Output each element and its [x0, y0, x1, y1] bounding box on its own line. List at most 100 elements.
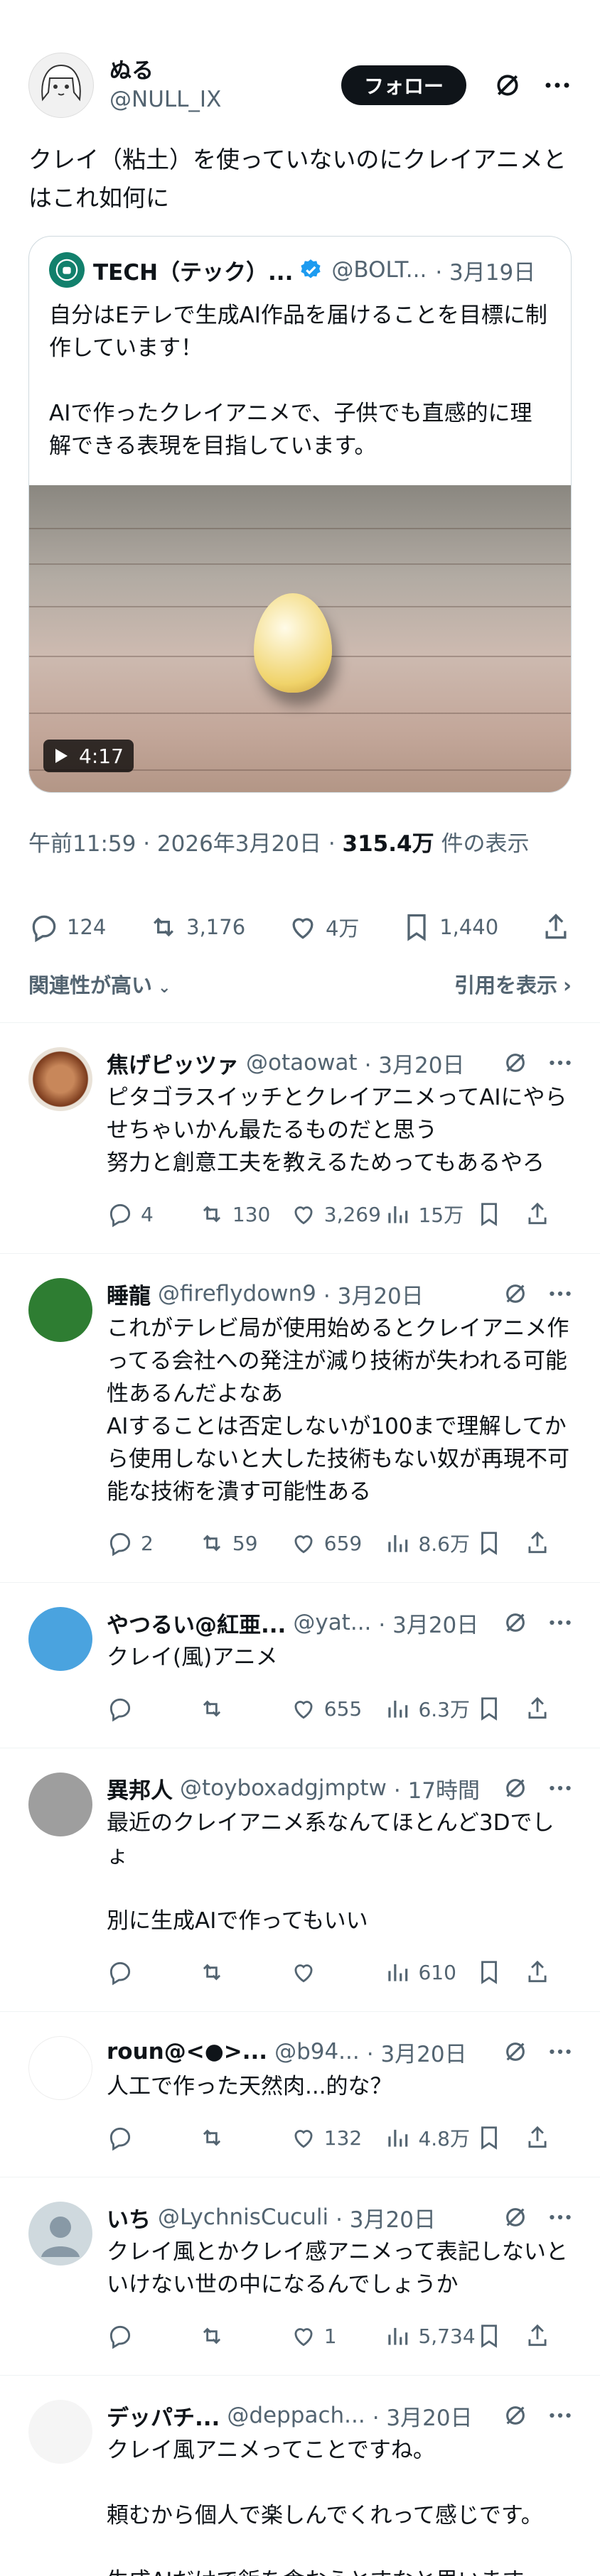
reply-date[interactable]: · 3月20日 [336, 2202, 436, 2234]
like-button[interactable]: 3,269 [290, 1201, 385, 1228]
author-handle[interactable]: @NULL_IX [109, 85, 341, 114]
reply-author-handle[interactable]: @yat... [293, 1610, 371, 1635]
avatar[interactable] [28, 53, 94, 118]
retweet-button[interactable] [198, 2322, 290, 2349]
like-button[interactable] [290, 1959, 385, 1986]
retweet-button[interactable]: 59 [198, 1530, 290, 1557]
reply-item[interactable]: やつるい@紅亜... @yat... · 3月20日 クレイ(風)アニメ 655… [0, 1583, 600, 1748]
more-icon[interactable] [549, 1059, 572, 1066]
author-name[interactable]: ぬる [109, 57, 341, 85]
retweet-button[interactable] [198, 1695, 290, 1722]
reply-author-name[interactable]: デッパチ... [107, 2400, 220, 2432]
reply-avatar[interactable] [28, 1047, 92, 1111]
grok-icon[interactable] [493, 71, 522, 99]
grok-icon[interactable] [503, 2205, 527, 2229]
views-button[interactable]: 4.8万 [384, 2123, 476, 2152]
reply-author-name[interactable]: 睡龍 [107, 1278, 151, 1310]
reply-date[interactable]: · 3月20日 [323, 1278, 424, 1310]
more-icon[interactable] [549, 2412, 572, 2419]
reply-item[interactable]: デッパチ... @deppach... · 3月20日 クレイ風アニメってことで… [0, 2376, 600, 2576]
timestamp[interactable]: 午前11:59 · 2026年3月20日 · [28, 831, 343, 857]
reply-item[interactable]: 異邦人 @toyboxadgjmptw · 17時間 最近のクレイアニメ系なんて… [0, 1748, 600, 2012]
views-button[interactable]: 6.3万 [384, 1694, 476, 1723]
views-button[interactable]: 15万 [384, 1200, 476, 1228]
reply-item[interactable]: roun@<●>... @b94... · 3月20日 人工で作った天然肉...… [0, 2012, 600, 2177]
reply-avatar[interactable] [28, 2400, 92, 2464]
follow-button[interactable]: フォロー [341, 65, 466, 105]
reply-avatar[interactable] [28, 1607, 92, 1671]
reply-avatar[interactable] [28, 2202, 92, 2266]
reply-author-handle[interactable]: @otaowat [246, 1050, 358, 1076]
share-button[interactable] [540, 911, 572, 943]
like-button[interactable]: 132 [290, 2124, 385, 2151]
more-icon[interactable] [549, 2214, 572, 2221]
views-button[interactable]: 610 [384, 1959, 476, 1986]
more-icon[interactable] [549, 1290, 572, 1297]
bookmark-button[interactable] [476, 1695, 523, 1722]
like-button[interactable]: 4万 [287, 911, 359, 943]
grok-icon[interactable] [503, 1282, 527, 1306]
share-button[interactable] [524, 1201, 572, 1228]
like-button[interactable]: 1 [290, 2322, 385, 2349]
reply-avatar[interactable] [28, 1773, 92, 1836]
reply-author-name[interactable]: いち [107, 2202, 151, 2234]
retweet-button[interactable] [198, 1959, 290, 1986]
reply-button[interactable]: 4 [107, 1201, 198, 1228]
views-button[interactable]: 5,734 [384, 2322, 476, 2349]
reply-item[interactable]: いち @LychnisCuculi · 3月20日 クレイ風とかクレイ感アニメっ… [0, 2177, 600, 2376]
quoted-tweet[interactable]: TECH（テック）... @BOLT... · 3月19日 自分はEテレで生成A… [28, 236, 572, 793]
more-icon[interactable] [543, 71, 572, 99]
reply-author-handle[interactable]: @fireflydown9 [158, 1281, 316, 1306]
retweet-button[interactable]: 3,176 [148, 911, 245, 943]
like-button[interactable]: 655 [290, 1695, 385, 1722]
reply-button[interactable]: 2 [107, 1530, 198, 1557]
reply-author-name[interactable]: やつるい@紅亜... [107, 1607, 286, 1639]
reply-author-handle[interactable]: @LychnisCuculi [158, 2204, 328, 2230]
bookmark-button[interactable] [476, 1959, 523, 1986]
grok-icon[interactable] [503, 2040, 527, 2064]
bookmark-button[interactable] [476, 1201, 523, 1228]
grok-icon[interactable] [503, 1776, 527, 1800]
reply-avatar[interactable] [28, 1278, 92, 1342]
reply-item[interactable]: 焦げピッツァ @otaowat · 3月20日 ピタゴラスイッチとクレイアニメっ… [0, 1023, 600, 1254]
share-button[interactable] [524, 1695, 572, 1722]
bookmark-button[interactable] [476, 1530, 523, 1557]
reply-date[interactable]: · 3月20日 [367, 2036, 467, 2068]
bookmark-button[interactable] [476, 2124, 523, 2151]
reply-button[interactable] [107, 2124, 198, 2151]
share-button[interactable] [524, 2124, 572, 2151]
reply-button[interactable] [107, 2322, 198, 2349]
reply-author-handle[interactable]: @toyboxadgjmptw [180, 1775, 387, 1801]
video-thumbnail[interactable]: 4:17 [29, 485, 571, 792]
reply-author-name[interactable]: roun@<●>... [107, 2039, 267, 2064]
bookmark-button[interactable] [476, 2322, 523, 2349]
reply-button[interactable]: 124 [28, 911, 106, 943]
reply-author-name[interactable]: 焦げピッツァ [107, 1047, 239, 1079]
reply-item[interactable]: 睡龍 @fireflydown9 · 3月20日 これがテレビ局が使用始めるとク… [0, 1254, 600, 1583]
reply-author-handle[interactable]: @deppach... [227, 2403, 365, 2428]
reply-button[interactable] [107, 1695, 198, 1722]
reply-button[interactable] [107, 1959, 198, 1986]
reply-author-name[interactable]: 異邦人 [107, 1773, 173, 1804]
bookmark-button[interactable]: 1,440 [401, 911, 498, 943]
reply-date[interactable]: · 3月20日 [365, 1047, 465, 1079]
grok-icon[interactable] [503, 1051, 527, 1075]
sort-dropdown[interactable]: 関連性が高い ⌄ [28, 969, 171, 999]
grok-icon[interactable] [503, 1611, 527, 1635]
view-quotes-link[interactable]: 引用を表示 › [454, 969, 572, 999]
views-button[interactable]: 8.6万 [384, 1529, 476, 1557]
reply-avatar[interactable] [28, 2036, 92, 2100]
more-icon[interactable] [549, 2048, 572, 2055]
reply-author-handle[interactable]: @b94... [274, 2039, 360, 2064]
share-button[interactable] [524, 2322, 572, 2349]
retweet-button[interactable] [198, 2124, 290, 2151]
grok-icon[interactable] [503, 2403, 527, 2428]
more-icon[interactable] [549, 1619, 572, 1626]
retweet-button[interactable]: 130 [198, 1201, 290, 1228]
more-icon[interactable] [549, 1785, 572, 1792]
reply-date[interactable]: · 17時間 [394, 1773, 480, 1804]
like-button[interactable]: 659 [290, 1530, 385, 1557]
share-button[interactable] [524, 1959, 572, 1986]
reply-date[interactable]: · 3月20日 [378, 1607, 478, 1639]
share-button[interactable] [524, 1530, 572, 1557]
